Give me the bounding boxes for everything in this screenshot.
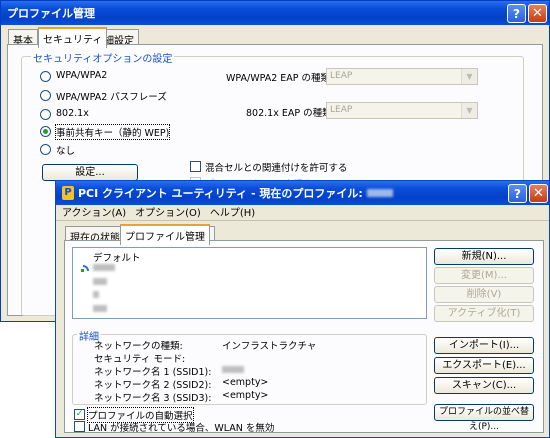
menu-options[interactable]: オプション(O) [135,208,201,219]
delete-profile-button[interactable]: 削除(V) [434,286,534,303]
wpa-eap-type-value: LEAP [330,71,353,81]
wireless-profile-icon [81,264,89,272]
profile-management-panel: デフォルト 詳細 ネットワークの種類: インフラストラクチャ セキュリティ モー… [64,240,544,434]
export-button[interactable]: エクスポート(E)... [434,357,534,374]
radio-static-wep[interactable] [40,126,51,137]
profile-item-redacted[interactable] [93,278,107,285]
label-none: なし [56,146,76,157]
detail-security-mode-label: セキュリティ モード: [94,354,186,365]
mixed-cell-label: 混合セルとの関連付けを許可する [205,163,348,174]
label-8021x: 802.1x [56,108,89,119]
menu-bar: アクション(A) オプション(O) ヘルプ(H) [62,206,264,221]
front-title-bar: P PCI クライアント ユーティリティ - 現在のプロファイル: [56,181,549,205]
radio-none[interactable] [40,144,51,155]
close-icon[interactable]: ✕ [528,4,547,23]
detail-network-type-value: インフラストラクチャ [222,341,317,352]
x-eap-type-label: 802.1x EAP の種類: [246,108,335,119]
security-options-legend: セキュリティオプションの設定 [31,50,175,65]
help-icon[interactable]: ? [507,4,526,23]
activate-profile-button[interactable]: アクティブ化(T) [434,305,534,322]
chevron-down-icon: ▼ [461,103,477,118]
radio-8021x[interactable] [40,109,51,120]
profile-item-redacted[interactable] [93,305,107,312]
mixed-cell-checkbox[interactable] [190,161,201,172]
wpa-eap-type-select: LEAP ▼ [326,68,478,85]
modify-profile-button[interactable]: 変更(M)... [434,267,534,284]
tab-security[interactable]: セキュリティ [38,27,108,48]
current-profile-name [366,189,393,197]
label-wpa-passphrase: WPA/WPA2 パスフレーズ [56,92,167,103]
back-window-title: プロファイル管理 [7,7,95,20]
settings-button[interactable]: 設定... [42,164,138,181]
detail-ssid2-label: ネットワーク名 2 (SSID2): [94,380,212,391]
pci-client-utility-window: P PCI クライアント ユーティリティ - 現在のプロファイル: ? ✕ アク… [55,180,550,438]
lan-disable-label: LAN が接続されている場合、WLAN を無効 [88,423,275,434]
detail-ssid3-value: <empty> [222,390,269,401]
menu-separator [56,220,549,221]
label-static-wep: 事前共有キー（静的 WEP) [54,124,171,140]
profile-item-redacted[interactable] [93,291,99,298]
radio-wpa-passphrase[interactable] [40,90,51,101]
help-icon[interactable]: ? [508,184,527,203]
lan-disable-checkbox[interactable] [74,421,85,432]
detail-ssid1-value [222,366,244,373]
tab-profile-management[interactable]: プロファイル管理 [120,224,210,245]
wpa-eap-type-label: WPA/WPA2 EAP の種類: [226,73,334,84]
profile-default[interactable]: デフォルト [93,250,141,264]
front-window-title: PCI クライアント ユーティリティ - 現在のプロファイル: [78,187,363,200]
detail-ssid1-label: ネットワーク名 1 (SSID1): [94,367,212,378]
back-title-bar: プロファイル管理 [1,1,549,25]
menu-help[interactable]: ヘルプ(H) [210,208,255,219]
detail-ssid3-label: ネットワーク名 3 (SSID3): [94,393,212,404]
new-profile-button[interactable]: 新規(N)... [434,248,534,265]
scan-button[interactable]: スキャン(C)... [434,377,534,394]
chevron-down-icon: ▼ [461,69,477,84]
detail-network-type-label: ネットワークの種類: [94,341,183,352]
order-profiles-button[interactable]: プロファイルの並べ替え(P)... [434,404,534,432]
radio-wpa[interactable] [40,71,51,82]
app-logo-icon: P [62,186,74,200]
profile-list[interactable]: デフォルト [72,247,427,319]
auto-select-checkbox[interactable]: ✓ [74,409,85,420]
close-icon[interactable]: ✕ [529,184,548,203]
import-button[interactable]: インポート(I)... [434,337,534,354]
detail-ssid2-value: <empty> [222,377,269,388]
x-eap-type-value: LEAP [330,105,353,115]
label-wpa: WPA/WPA2 [56,70,108,81]
menu-action[interactable]: アクション(A) [62,208,126,219]
profile-item-redacted[interactable] [93,264,115,271]
x-eap-type-select: LEAP ▼ [326,102,478,119]
